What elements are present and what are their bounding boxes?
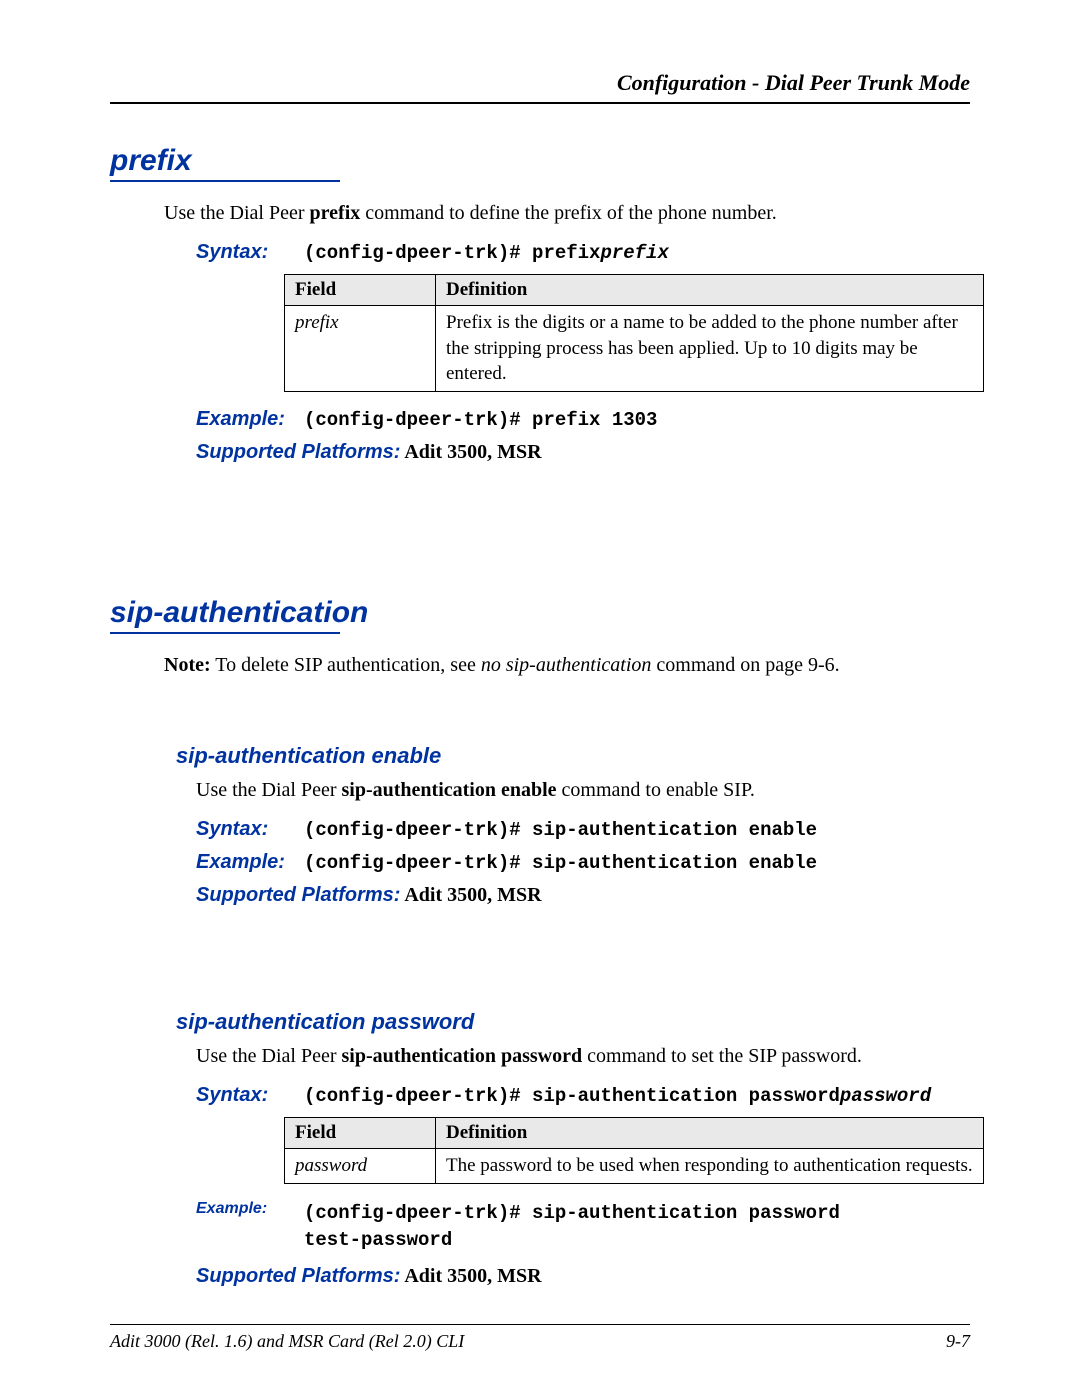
syntax-param: password: [840, 1085, 931, 1107]
text: command to enable SIP.: [557, 779, 755, 801]
section-heading-sip-auth: sip-authentication: [110, 596, 970, 630]
table-row: prefix Prefix is the digits or a name to…: [285, 306, 984, 392]
platforms-value: Adit 3500, MSR: [400, 884, 541, 906]
text-bold: sip-authentication password: [342, 1045, 583, 1067]
subheading-sip-auth-enable: sip-authentication enable: [176, 743, 970, 769]
note-bold: Note:: [164, 654, 211, 676]
text-bold: prefix: [310, 202, 361, 224]
table-header-field: Field: [285, 275, 436, 306]
prefix-platforms: Supported Platforms: Adit 3500, MSR: [196, 441, 970, 464]
footer-left: Adit 3000 (Rel. 1.6) and MSR Card (Rel 2…: [110, 1331, 464, 1352]
sip-auth-password-platforms: Supported Platforms: Adit 3500, MSR: [196, 1265, 970, 1288]
syntax-code: (config-dpeer-trk)# prefix: [304, 242, 600, 264]
note-italic: no sip-authentication: [481, 654, 652, 676]
platforms-value: Adit 3500, MSR: [400, 441, 541, 463]
prefix-intro: Use the Dial Peer prefix command to defi…: [164, 200, 970, 227]
platforms-label: Supported Platforms:: [196, 1265, 400, 1287]
prefix-table: Field Definition prefix Prefix is the di…: [284, 274, 984, 392]
page-footer: Adit 3000 (Rel. 1.6) and MSR Card (Rel 2…: [110, 1324, 970, 1352]
text: Use the Dial Peer: [164, 202, 310, 224]
platforms-label: Supported Platforms:: [196, 441, 400, 463]
syntax-label: Syntax:: [196, 818, 304, 841]
text-bold: sip-authentication enable: [342, 779, 557, 801]
sip-auth-password-table: Field Definition password The password t…: [284, 1117, 984, 1184]
example-label: Example:: [196, 1200, 304, 1218]
sip-auth-enable-intro: Use the Dial Peer sip-authentication ena…: [196, 777, 970, 804]
sip-auth-enable-example: Example: (config-dpeer-trk)# sip-authent…: [196, 851, 970, 874]
prefix-syntax: Syntax: (config-dpeer-trk)# prefix prefi…: [196, 241, 970, 264]
platforms-value: Adit 3500, MSR: [400, 1265, 541, 1287]
running-header: Configuration - Dial Peer Trunk Mode: [110, 70, 970, 96]
table-cell-definition: Prefix is the digits or a name to be add…: [436, 306, 984, 392]
table-row: password The password to be used when re…: [285, 1148, 984, 1183]
spacer: [110, 919, 970, 1009]
table-cell-field: prefix: [285, 306, 436, 392]
table-header-definition: Definition: [436, 1117, 984, 1148]
footer-right: 9-7: [946, 1331, 970, 1352]
section-heading-rule: [110, 632, 340, 634]
table-header-row: Field Definition: [285, 1117, 984, 1148]
syntax-code: (config-dpeer-trk)# sip-authentication p…: [304, 1085, 840, 1107]
text: command to define the prefix of the phon…: [360, 202, 777, 224]
subheading-sip-auth-password: sip-authentication password: [176, 1009, 970, 1035]
prefix-example: Example: (config-dpeer-trk)# prefix 1303: [196, 408, 970, 431]
sip-auth-enable-syntax: Syntax: (config-dpeer-trk)# sip-authenti…: [196, 818, 970, 841]
example-code: (config-dpeer-trk)# prefix 1303: [304, 409, 657, 431]
table-header-definition: Definition: [436, 275, 984, 306]
example-label: Example:: [196, 851, 304, 874]
syntax-code: (config-dpeer-trk)# sip-authentication e…: [304, 819, 817, 841]
platforms-label: Supported Platforms:: [196, 884, 400, 906]
text: Use the Dial Peer: [196, 1045, 342, 1067]
spacer: [110, 693, 970, 743]
syntax-label: Syntax:: [196, 241, 304, 264]
sip-auth-note: Note: To delete SIP authentication, see …: [164, 652, 970, 679]
table-cell-definition: The password to be used when responding …: [436, 1148, 984, 1183]
table-cell-field: password: [285, 1148, 436, 1183]
sip-auth-password-example: Example: (config-dpeer-trk)# sip-authent…: [196, 1200, 970, 1255]
section-heading-prefix: prefix: [110, 144, 970, 178]
text: command on page 9-6.: [651, 654, 839, 676]
sip-auth-enable-platforms: Supported Platforms: Adit 3500, MSR: [196, 884, 970, 907]
example-label: Example:: [196, 408, 304, 431]
text: command to set the SIP password.: [582, 1045, 862, 1067]
text: To delete SIP authentication, see: [211, 654, 481, 676]
spacer: [110, 476, 970, 596]
table-header-field: Field: [285, 1117, 436, 1148]
table-header-row: Field Definition: [285, 275, 984, 306]
sip-auth-password-intro: Use the Dial Peer sip-authentication pas…: [196, 1043, 970, 1070]
section-heading-rule: [110, 180, 340, 182]
page-content: Configuration - Dial Peer Trunk Mode pre…: [0, 0, 1080, 1267]
header-rule: [110, 102, 970, 104]
example-code: (config-dpeer-trk)# sip-authentication e…: [304, 852, 817, 874]
syntax-param: prefix: [600, 242, 668, 264]
example-code: (config-dpeer-trk)# sip-authentication p…: [304, 1200, 840, 1255]
syntax-label: Syntax:: [196, 1084, 304, 1107]
sip-auth-password-syntax: Syntax: (config-dpeer-trk)# sip-authenti…: [196, 1084, 970, 1107]
text: Use the Dial Peer: [196, 779, 342, 801]
